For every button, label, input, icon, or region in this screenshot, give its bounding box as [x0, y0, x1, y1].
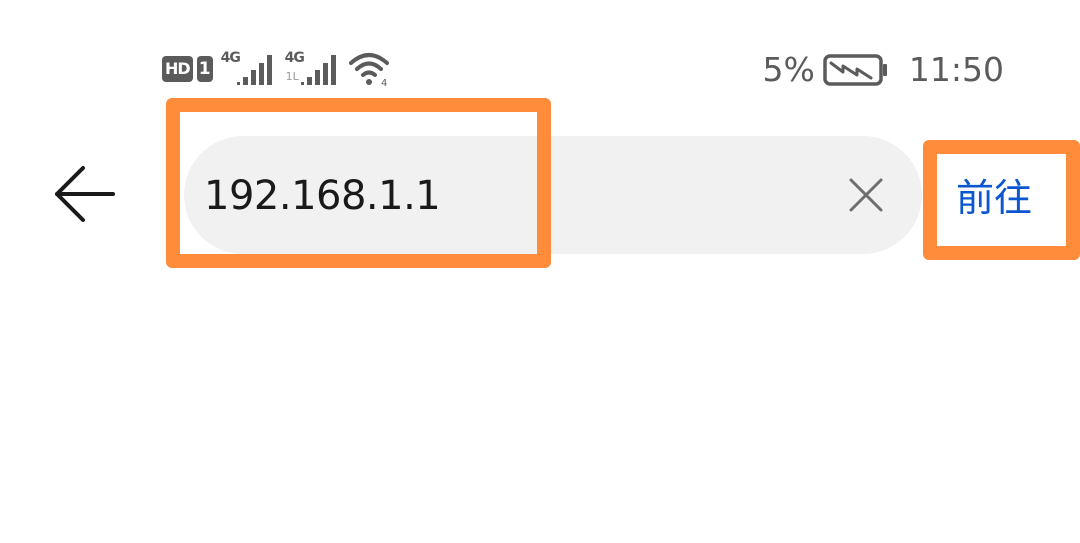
- signal-bars-icon: [236, 55, 272, 85]
- battery-charging-icon: [823, 50, 889, 90]
- network-sub-label: 1L: [285, 70, 299, 83]
- sim-slot-label: 1: [196, 56, 213, 82]
- close-icon: [849, 178, 883, 212]
- hd-voice-badge: HD 1: [162, 55, 213, 83]
- status-icons-right: 5% 11:50: [763, 50, 1004, 90]
- status-icons-left: HD 1 4G 4G 1L 4: [162, 47, 393, 89]
- browser-url-entry-screen: HD 1 4G 4G 1L 4 5% 11:50 192.168.1.1 前往: [0, 0, 1080, 543]
- signal-group-1: 4G: [221, 51, 277, 87]
- battery-percent: 5%: [762, 50, 815, 89]
- clear-url-button[interactable]: [844, 173, 888, 217]
- wifi-icon: 4: [348, 51, 393, 89]
- signal-bars-icon: [300, 55, 336, 85]
- status-clock: 11:50: [908, 50, 1004, 89]
- signal-group-2: 4G 1L: [285, 51, 341, 87]
- hd-label: HD: [162, 56, 193, 82]
- status-bar: HD 1 4G 4G 1L 4 5% 11:50: [0, 0, 1080, 100]
- url-field[interactable]: [184, 136, 922, 254]
- back-arrow-icon: [55, 166, 115, 222]
- url-input[interactable]: [204, 166, 804, 226]
- back-button[interactable]: [48, 160, 120, 228]
- wifi-badge-text: 4: [381, 78, 387, 87]
- go-button[interactable]: 前往: [942, 168, 1046, 228]
